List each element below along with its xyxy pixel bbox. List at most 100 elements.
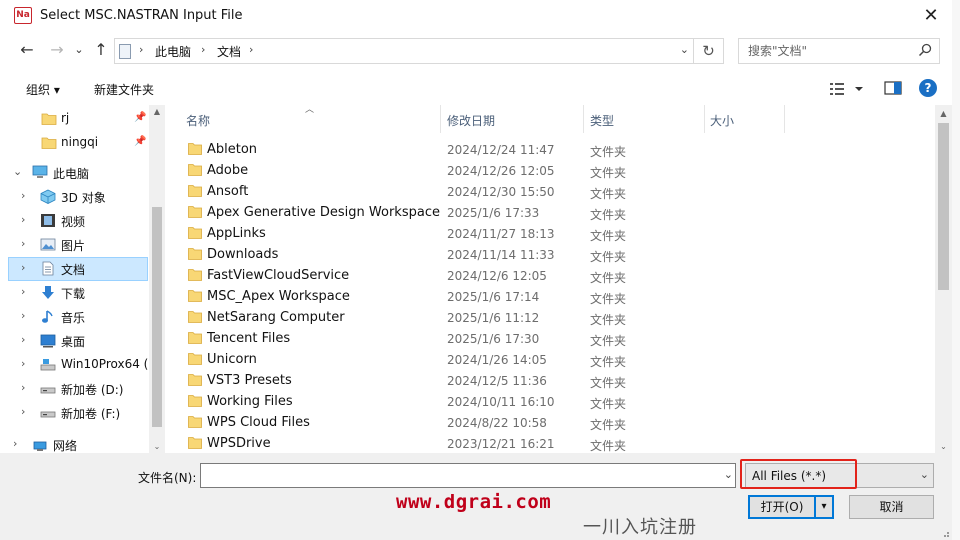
sidebar-item-videos[interactable]: › 视频: [8, 209, 148, 233]
file-row[interactable]: Unicorn 2024/1/26 14:05 文件夹: [182, 349, 782, 370]
preview-pane-button[interactable]: [884, 80, 902, 96]
change-view-button[interactable]: [829, 80, 869, 98]
new-folder-button[interactable]: 新建文件夹: [94, 81, 154, 98]
sidebar-item-label: ningqi: [61, 135, 99, 149]
file-type: 文件夹: [590, 397, 627, 411]
file-type: 文件夹: [590, 439, 627, 453]
file-row[interactable]: Ansoft 2024/12/30 15:50 文件夹: [182, 181, 782, 202]
sidebar-item-label: 新加卷 (D:): [61, 383, 124, 397]
chevron-right-icon[interactable]: ›: [13, 437, 17, 450]
breadcrumb-this-pc[interactable]: 此电脑: [155, 43, 191, 60]
sidebar-item-network[interactable]: › 网络: [8, 433, 148, 453]
scrollbar-thumb[interactable]: [938, 123, 949, 290]
open-options-dropdown-button[interactable]: ▾: [815, 495, 834, 519]
recent-locations-button[interactable]: ⌄: [68, 39, 90, 61]
file-row[interactable]: VST3 Presets 2024/12/5 11:36 文件夹: [182, 370, 782, 391]
filename-combobox[interactable]: ⌄: [200, 463, 736, 488]
column-divider[interactable]: [784, 105, 785, 133]
pin-icon[interactable]: 📌: [134, 112, 146, 123]
chevron-right-icon[interactable]: ›: [21, 357, 25, 370]
column-divider[interactable]: [704, 105, 705, 133]
scroll-down-arrow-icon[interactable]: ⌄: [149, 442, 165, 451]
file-modified-date: 2024/12/5 11:36: [447, 374, 547, 388]
refresh-button[interactable]: ↻: [694, 38, 724, 64]
file-row[interactable]: FastViewCloudService 2024/12/6 12:05 文件夹: [182, 265, 782, 286]
watermark-text: www.dgrai.com: [396, 491, 552, 513]
chevron-right-icon[interactable]: ›: [21, 261, 25, 274]
column-header-date[interactable]: 修改日期: [447, 105, 583, 133]
breadcrumb-documents[interactable]: 文档: [217, 43, 241, 60]
file-type-select[interactable]: All Files (*.*) ⌄: [745, 463, 934, 488]
file-type: 文件夹: [590, 313, 627, 327]
open-button[interactable]: 打开(O): [748, 495, 816, 519]
chevron-right-icon[interactable]: ›: [21, 213, 25, 226]
chevron-down-icon[interactable]: ⌄: [920, 468, 929, 481]
back-button[interactable]: ←: [16, 39, 38, 61]
scroll-up-arrow-icon[interactable]: ▲: [935, 109, 952, 118]
help-button[interactable]: ?: [919, 79, 937, 97]
pin-icon[interactable]: 📌: [134, 136, 146, 147]
search-icon[interactable]: [918, 43, 932, 57]
breadcrumb-separator[interactable]: ›: [201, 43, 205, 56]
folder-icon: [188, 374, 202, 386]
file-row[interactable]: WPSDrive 2023/12/21 16:21 文件夹: [182, 433, 782, 453]
scrollbar-thumb[interactable]: [152, 207, 162, 427]
forward-button[interactable]: →: [46, 39, 68, 61]
cancel-button[interactable]: 取消: [849, 495, 934, 519]
chevron-right-icon[interactable]: ›: [21, 405, 25, 418]
search-box[interactable]: [738, 38, 940, 64]
column-header-type[interactable]: 类型: [590, 105, 704, 133]
file-row[interactable]: Adobe 2024/12/26 12:05 文件夹: [182, 160, 782, 181]
search-input[interactable]: [739, 39, 909, 63]
navigation-scrollbar[interactable]: ▲ ⌄: [149, 105, 165, 453]
column-header-size[interactable]: 大小: [710, 105, 784, 133]
file-type: 文件夹: [590, 208, 627, 222]
sidebar-item-documents[interactable]: › 文档: [8, 257, 148, 281]
chevron-right-icon[interactable]: ›: [21, 237, 25, 250]
breadcrumb-separator[interactable]: ›: [249, 43, 253, 56]
sidebar-item-rj[interactable]: rj 📌: [8, 107, 148, 131]
organize-menu-button[interactable]: 组织 ▾: [26, 81, 60, 98]
sidebar-item-this-pc[interactable]: ⌄ 此电脑: [8, 161, 148, 185]
address-bar[interactable]: › 此电脑 › 文档 › ⌄: [114, 38, 694, 64]
folder-icon: [188, 248, 202, 260]
file-type: 文件夹: [590, 418, 627, 432]
close-button[interactable]: ✕: [916, 2, 946, 30]
file-row[interactable]: NetSarang Computer 2025/1/6 11:12 文件夹: [182, 307, 782, 328]
sidebar-item-system-drive[interactable]: › Win10Prox64 (C: [8, 353, 157, 377]
up-button[interactable]: ↑: [90, 39, 112, 61]
chevron-right-icon[interactable]: ›: [21, 189, 25, 202]
file-list-scrollbar[interactable]: ▲ ⌄: [935, 105, 952, 453]
sidebar-item-drive-d[interactable]: › 新加卷 (D:): [8, 377, 148, 401]
sidebar-item-3d-objects[interactable]: › 3D 对象: [8, 185, 148, 209]
file-row[interactable]: AppLinks 2024/11/27 18:13 文件夹: [182, 223, 782, 244]
scroll-up-arrow-icon[interactable]: ▲: [149, 107, 165, 116]
chevron-right-icon[interactable]: ›: [21, 309, 25, 322]
chevron-down-icon[interactable]: ⌄: [724, 468, 733, 481]
file-row[interactable]: Apex Generative Design Workspace 2025/1/6…: [182, 202, 782, 223]
folder-icon: [188, 437, 202, 449]
resize-grip-icon[interactable]: [940, 528, 950, 538]
file-row[interactable]: Ableton 2024/12/24 11:47 文件夹: [182, 139, 782, 160]
expanded-chevron-icon[interactable]: ⌄: [13, 165, 22, 178]
scroll-down-arrow-icon[interactable]: ⌄: [935, 442, 952, 451]
file-row[interactable]: Downloads 2024/11/14 11:33 文件夹: [182, 244, 782, 265]
sidebar-item-desktop[interactable]: › 桌面: [8, 329, 148, 353]
column-header-name[interactable]: 名称: [186, 105, 440, 133]
column-divider[interactable]: [583, 105, 584, 133]
file-row[interactable]: WPS Cloud Files 2024/8/22 10:58 文件夹: [182, 412, 782, 433]
address-dropdown-chevron-icon[interactable]: ⌄: [680, 43, 689, 56]
chevron-right-icon[interactable]: ›: [21, 381, 25, 394]
file-row[interactable]: Tencent Files 2025/1/6 17:30 文件夹: [182, 328, 782, 349]
sidebar-item-ningqi[interactable]: ningqi 📌: [8, 131, 148, 155]
sidebar-item-drive-f[interactable]: › 新加卷 (F:): [8, 401, 148, 425]
sidebar-item-downloads[interactable]: › 下载: [8, 281, 148, 305]
column-divider[interactable]: [440, 105, 441, 133]
chevron-right-icon[interactable]: ›: [21, 333, 25, 346]
chevron-right-icon[interactable]: ›: [21, 285, 25, 298]
breadcrumb-separator[interactable]: ›: [139, 43, 143, 56]
sidebar-item-pictures[interactable]: › 图片: [8, 233, 148, 257]
file-row[interactable]: MSC_Apex Workspace 2025/1/6 17:14 文件夹: [182, 286, 782, 307]
sidebar-item-music[interactable]: › 音乐: [8, 305, 148, 329]
file-row[interactable]: Working Files 2024/10/11 16:10 文件夹: [182, 391, 782, 412]
